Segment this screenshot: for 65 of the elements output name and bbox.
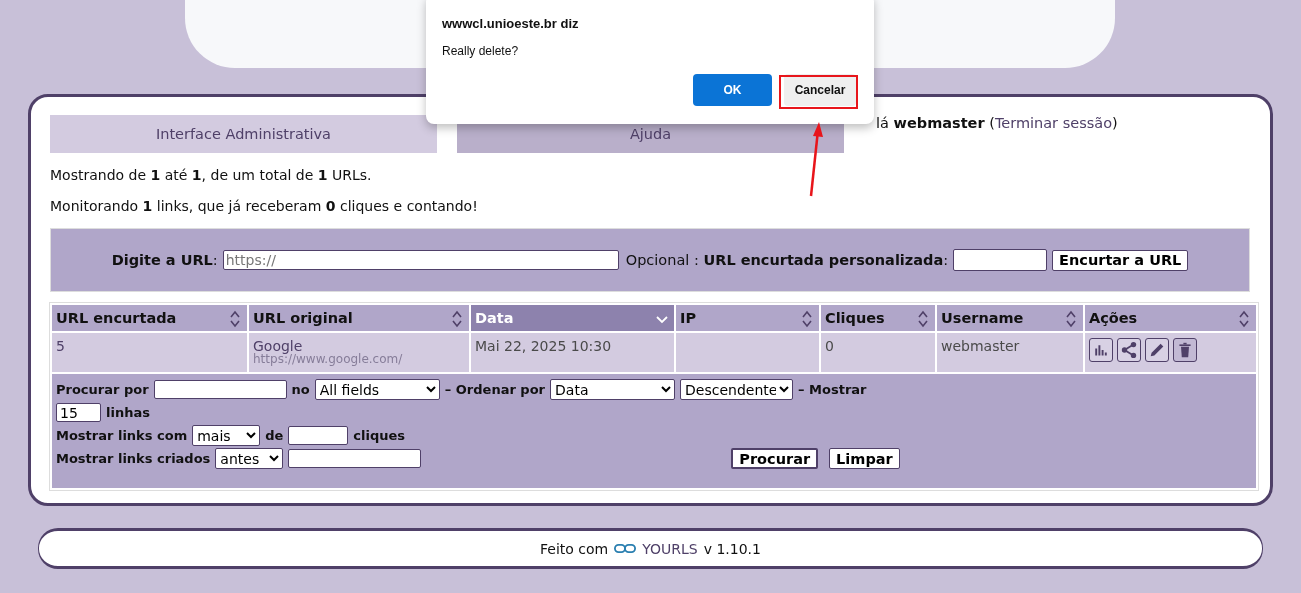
- column-header[interactable]: Ações: [1085, 305, 1256, 331]
- share-icon: [1120, 341, 1138, 359]
- clicks-select[interactable]: mais: [192, 425, 261, 446]
- trash-icon: [1177, 342, 1193, 358]
- filter-label: Mostrar links criados: [56, 451, 211, 466]
- yourls-link[interactable]: YOURLS: [642, 540, 698, 557]
- share-button[interactable]: [1117, 338, 1141, 362]
- filter-label: de: [265, 428, 284, 443]
- order-select[interactable]: Data: [550, 379, 676, 400]
- direction-select[interactable]: Descendente: [680, 379, 794, 400]
- filter-label: cliques: [353, 428, 406, 443]
- summary-text: Monitorando 1 links, que já receberam 0 cliques e contando!: [50, 198, 479, 215]
- table-cell: Mai 22, 2025 10:30: [471, 333, 674, 372]
- filter-label: – Ordenar por: [444, 382, 546, 397]
- column-header[interactable]: IP: [676, 305, 819, 331]
- stats-button[interactable]: [1089, 338, 1113, 362]
- table-cell: 0: [821, 333, 935, 372]
- edit-button[interactable]: [1145, 338, 1169, 362]
- url-label: Digite a URL:: [111, 252, 218, 268]
- custom-url-input[interactable]: [953, 249, 1048, 271]
- sort-icon: [1238, 309, 1250, 329]
- shorten-button[interactable]: Encurtar a URL: [1052, 249, 1189, 271]
- sort-icon: [451, 309, 463, 329]
- search-button[interactable]: Procurar: [731, 448, 819, 469]
- rows-input[interactable]: 15: [56, 403, 101, 422]
- sort-icon: [1065, 309, 1077, 329]
- title-link[interactable]: Google: [253, 338, 465, 354]
- version-text: v 1.10.1: [703, 540, 761, 557]
- filter-label: linhas: [106, 405, 150, 420]
- original-url: https://www.google.com/: [253, 352, 404, 366]
- date-select[interactable]: antes: [215, 448, 284, 469]
- filter-label: Mostrar links com: [56, 428, 188, 443]
- column-header[interactable]: URL original: [249, 305, 469, 331]
- filter-label: Procurar por: [56, 382, 149, 397]
- dialog-title: wwwcl.unioeste.br diz: [442, 16, 580, 31]
- footer-text: Feito com: [540, 540, 609, 557]
- pencil-icon: [1148, 341, 1166, 359]
- column-header[interactable]: Username: [937, 305, 1083, 331]
- ok-button[interactable]: OK: [693, 74, 772, 106]
- clear-button[interactable]: Limpar: [829, 448, 900, 469]
- filter-label: – Mostrar: [798, 382, 867, 397]
- clicks-input[interactable]: [288, 426, 349, 445]
- dialog-message: Really delete?: [442, 44, 520, 58]
- sort-icon: [801, 309, 813, 329]
- field-select[interactable]: All fields: [314, 379, 440, 400]
- url-input[interactable]: https://: [222, 250, 619, 270]
- cancel-button[interactable]: Cancelar: [784, 74, 856, 106]
- filter-label: no: [291, 382, 310, 397]
- column-header[interactable]: Cliques: [821, 305, 935, 331]
- tab[interactable]: Interface Administrativa: [50, 115, 437, 153]
- greeting-text: lá webmaster (Terminar sessão): [876, 115, 1118, 131]
- short-url-link[interactable]: 5: [56, 338, 65, 354]
- chain-link-icon: [614, 543, 637, 554]
- bar-chart-icon: [1093, 342, 1109, 358]
- column-header[interactable]: Data: [471, 305, 674, 331]
- date-input[interactable]: [288, 449, 422, 468]
- sort-icon: [229, 309, 241, 329]
- custom-url-label: Opcional : URL encurtada personalizada:: [625, 252, 949, 268]
- table-cell: webmaster: [937, 333, 1083, 372]
- column-header[interactable]: URL encurtada: [52, 305, 247, 331]
- delete-button[interactable]: [1173, 338, 1197, 362]
- logout-link[interactable]: Terminar sessão: [994, 115, 1113, 131]
- sort-icon: [917, 309, 929, 329]
- summary-text: Mostrando de 1 até 1, de um total de 1 URLs.: [50, 167, 373, 184]
- search-input[interactable]: [153, 380, 287, 399]
